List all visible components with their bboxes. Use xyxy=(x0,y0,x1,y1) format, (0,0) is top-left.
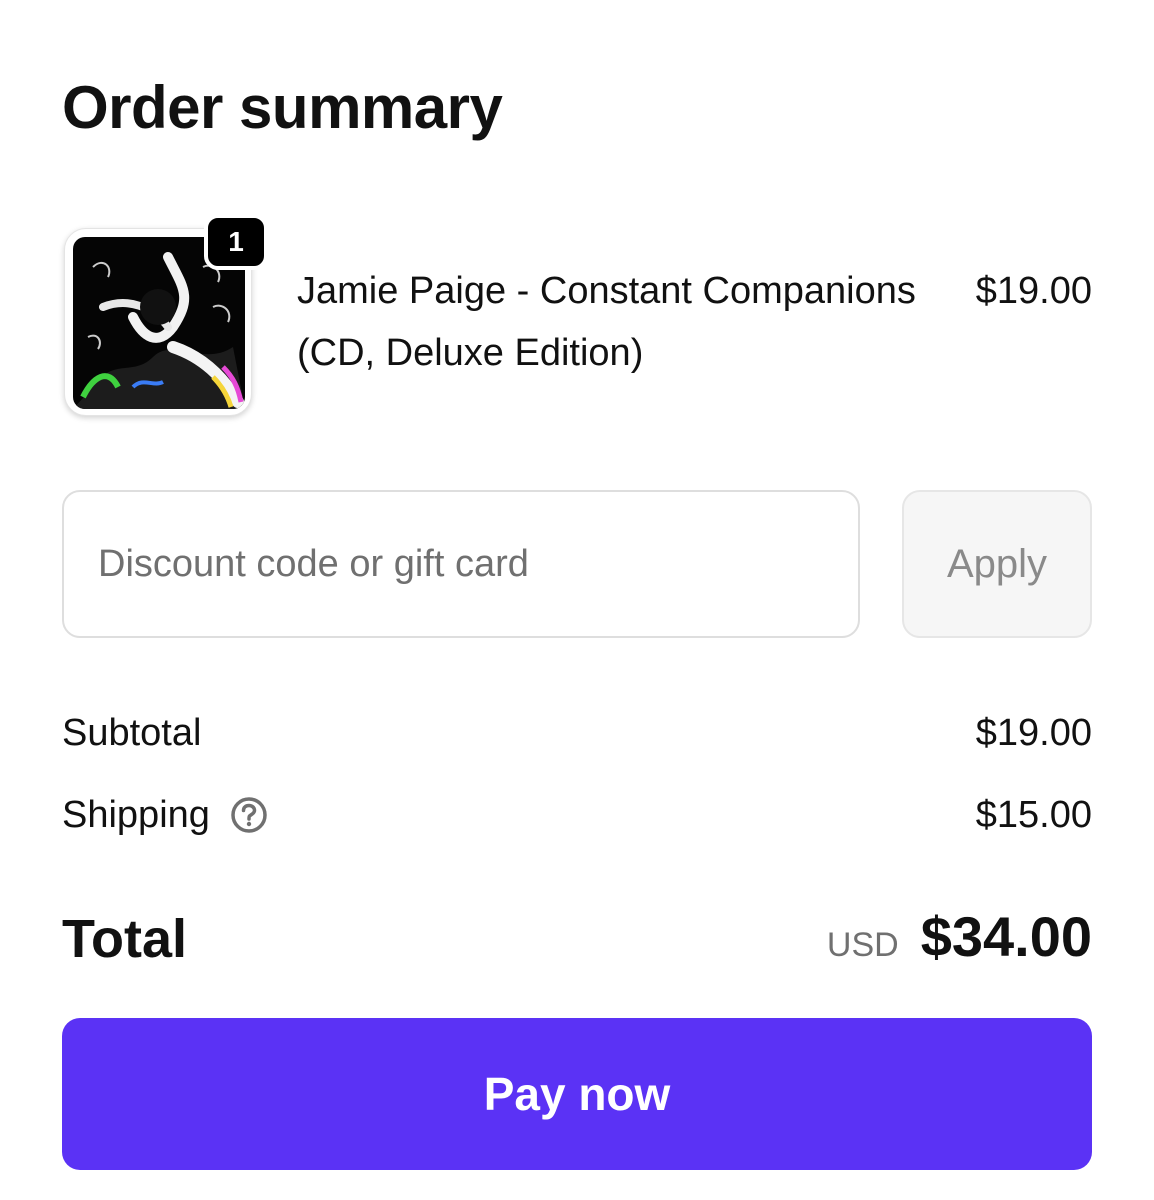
discount-code-input[interactable] xyxy=(62,490,860,638)
total-value: $34.00 xyxy=(920,905,1092,968)
line-item: 1 Jamie Paige - Constant Companions (CD,… xyxy=(62,214,1092,422)
shipping-label: Shipping xyxy=(62,794,210,836)
product-name: Jamie Paige - Constant Companions (CD, D… xyxy=(297,270,916,374)
quantity-badge: 1 xyxy=(204,214,268,270)
order-summary-title: Order summary xyxy=(62,74,503,141)
subtotal-label: Subtotal xyxy=(62,712,202,754)
help-circle-icon[interactable] xyxy=(230,796,268,834)
shipping-value: $15.00 xyxy=(975,794,1092,836)
total-row: Total USD $34.00 xyxy=(62,902,1092,972)
total-label: Total xyxy=(62,909,187,969)
total-amount-group: USD $34.00 xyxy=(827,902,1092,972)
pay-now-button[interactable]: Pay now xyxy=(62,1018,1092,1170)
shipping-label-group: Shipping xyxy=(62,790,268,840)
apply-discount-button[interactable]: Apply xyxy=(902,490,1092,638)
currency-code: USD xyxy=(826,926,899,964)
product-price: $19.00 xyxy=(975,270,1092,312)
subtotal-value: $19.00 xyxy=(975,712,1092,754)
